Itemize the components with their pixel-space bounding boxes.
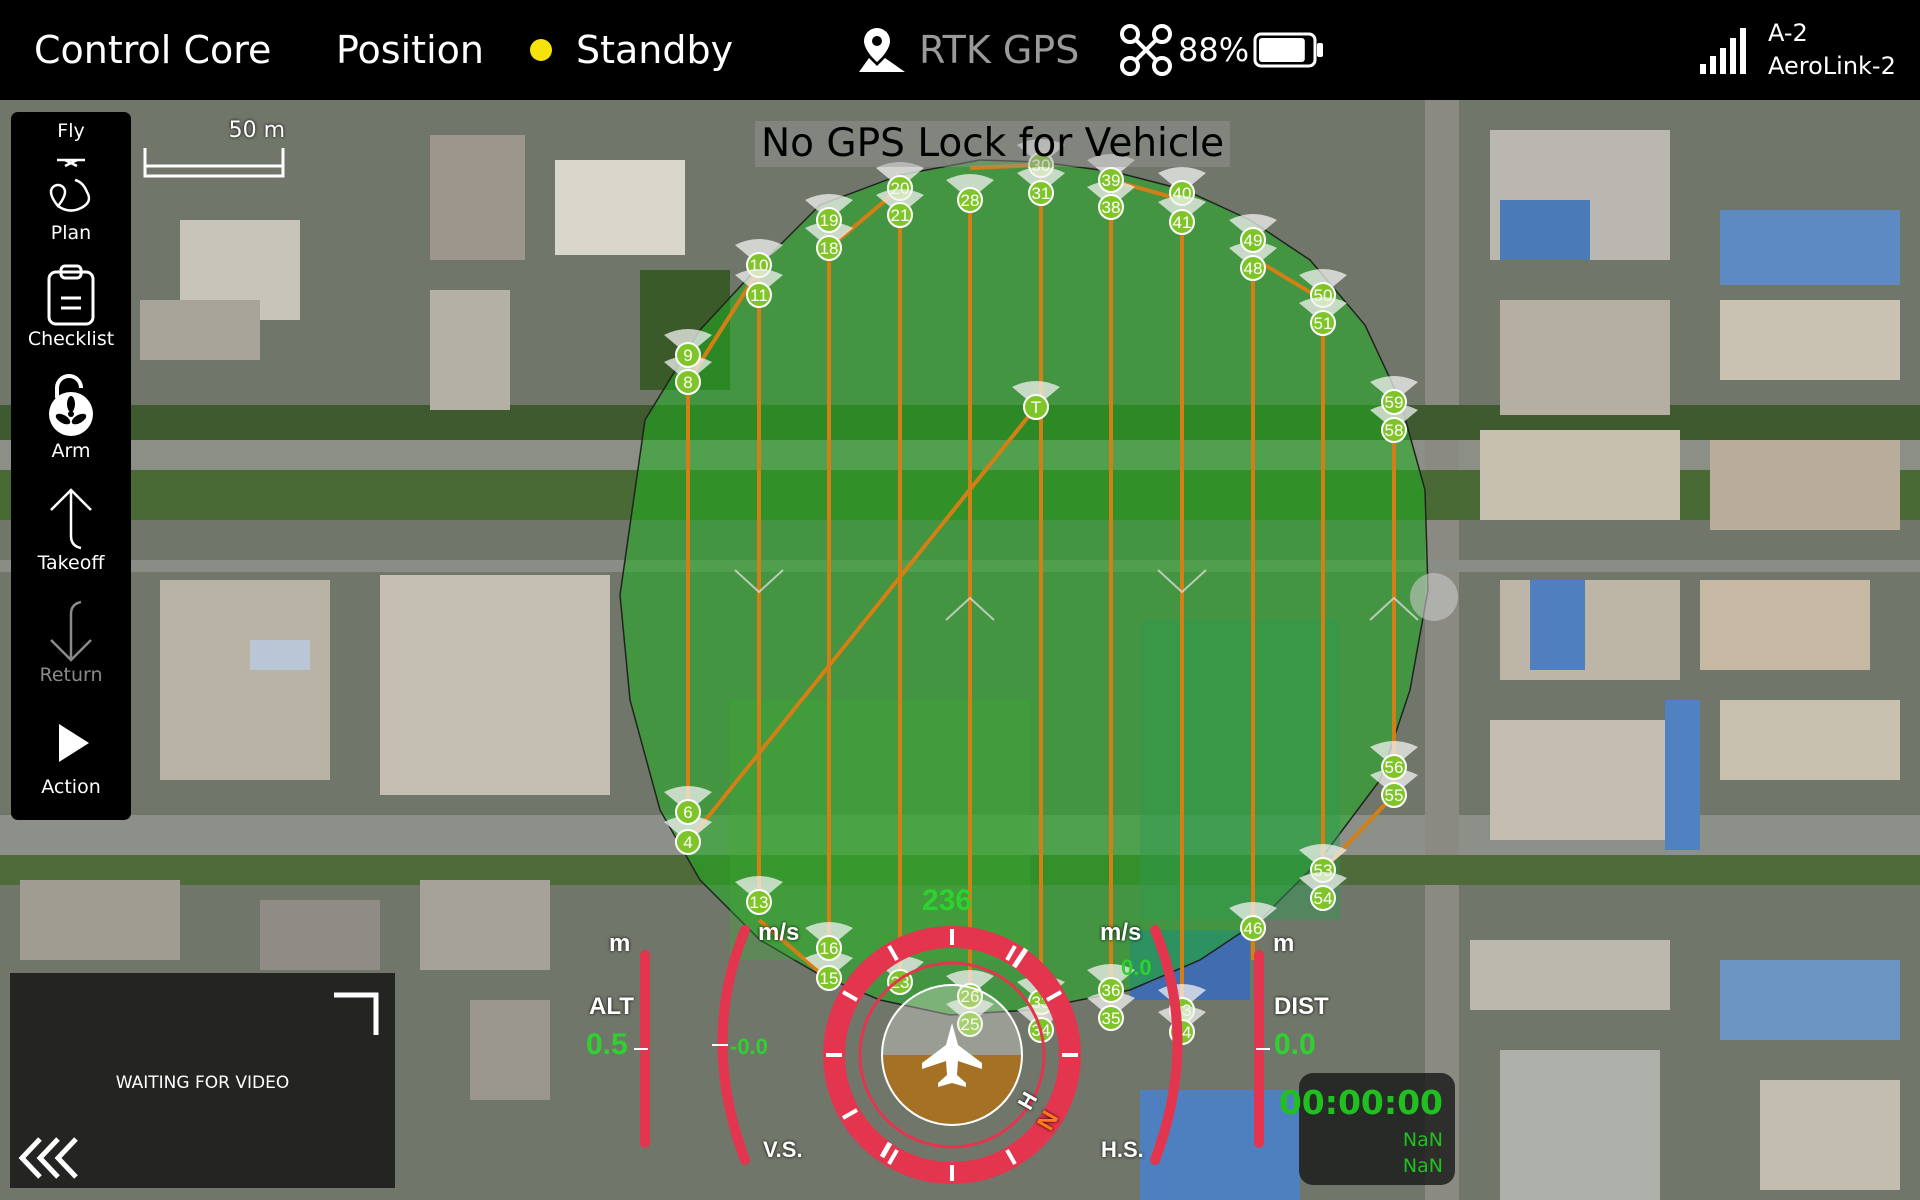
alt-unit: m	[609, 930, 631, 957]
alt-value: 0.5	[586, 1028, 628, 1061]
hs-unit: m/s	[1100, 919, 1142, 946]
dist-value: 0.0	[1274, 1028, 1316, 1061]
flight-timer-panel[interactable]: 00:00:00 NaN NaN	[1279, 1073, 1455, 1185]
dist-unit: m	[1273, 930, 1295, 957]
timer-stat-1: NaN	[1402, 1129, 1443, 1151]
alt-label: ALT	[589, 993, 634, 1020]
flight-time: 00:00:00	[1278, 1083, 1443, 1122]
flight-instruments	[634, 925, 1270, 1184]
heading-value: 236	[922, 884, 973, 917]
vs-label: V.S.	[763, 1137, 803, 1162]
vs-value: -0.0	[730, 1034, 768, 1059]
hs-value: 0.0	[1121, 955, 1152, 980]
vs-unit: m/s	[758, 919, 800, 946]
hs-label: H.S.	[1101, 1137, 1144, 1162]
timer-stat-2: NaN	[1402, 1155, 1443, 1177]
horizontal-speed-arc	[1150, 925, 1183, 1165]
dist-label: DIST	[1274, 993, 1329, 1020]
compass	[823, 926, 1081, 1184]
